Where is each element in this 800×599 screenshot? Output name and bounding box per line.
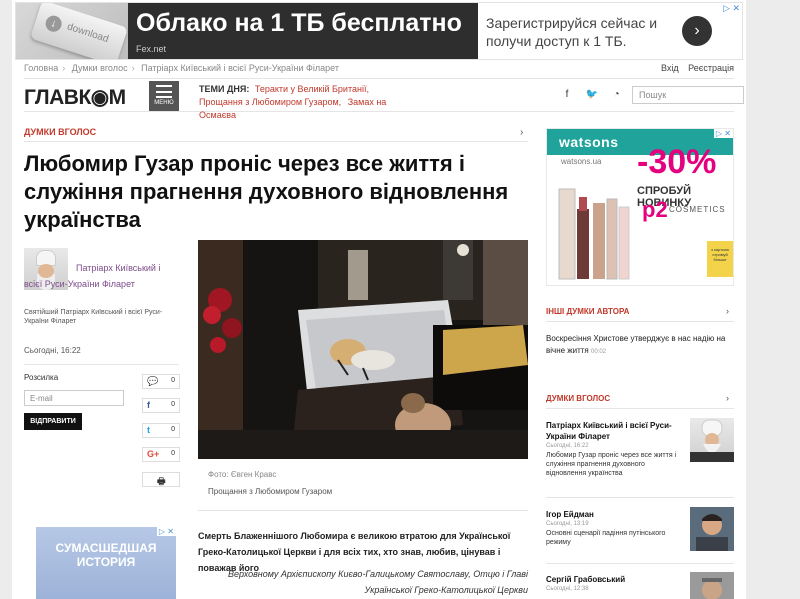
twitter-icon: t (147, 425, 150, 435)
author-description: Святійший Патріарх Київський і всієї Рус… (24, 309, 163, 325)
facebook-icon[interactable]: f (556, 89, 578, 100)
ad-arrow-button[interactable]: › (682, 16, 712, 46)
opinion-text[interactable]: Основні сценарії падіння путінського реж… (546, 529, 686, 547)
top-banner-ad[interactable]: ↓ download Облако на 1 ТБ бесплатно Fex.n… (15, 2, 743, 60)
facebook-share[interactable]: f 0 (142, 398, 180, 413)
opinions-section-label[interactable]: ДУМКИ ВГОЛОС (546, 394, 610, 403)
divider (24, 141, 528, 142)
ad-image: ↓ download (16, 3, 128, 59)
site-logo[interactable]: ГЛАВК◉М (24, 85, 126, 110)
opinion-author[interactable]: Патріарх Київський і всієї Руси-України … (546, 420, 686, 442)
ad-dark-panel: Облако на 1 ТБ бесплатно Fex.net (128, 3, 478, 59)
topics-label: ТЕМИ ДНЯ: (199, 84, 250, 94)
left-ad-text: СУМАСШЕДШАЯ ИСТОРИЯ (55, 541, 157, 569)
author-name-link[interactable]: Патріарх Київський і всієї Руси-України … (24, 260, 174, 292)
google-plus-share[interactable]: G+ 0 (142, 447, 180, 462)
ad-product-line: COSMETICS (669, 205, 726, 214)
print-icon: 🖶 (157, 476, 166, 486)
opinion-date: Сьогодні, 12:38 (546, 586, 589, 592)
social-links: f 🐦 ◔ (556, 89, 628, 100)
opinion-avatar[interactable] (690, 507, 734, 551)
send-button[interactable]: ВІДПРАВИТИ (24, 413, 82, 430)
hamburger-icon (156, 85, 172, 98)
twitter-share[interactable]: t 0 (142, 423, 180, 438)
opinion-text[interactable]: Любомир Гузар проніс через все життя і с… (546, 451, 686, 478)
twitter-icon[interactable]: 🐦 (581, 89, 603, 100)
opinion-item[interactable]: Патріарх Київський і всієї Руси-України … (546, 420, 686, 478)
search-input[interactable]: Пошук (632, 86, 744, 104)
ad-discount: -30% (637, 143, 717, 181)
opinion-author[interactable]: Ігор Ейдман (546, 509, 686, 520)
article-quote: Верховному Архієпископу Києво-Галицькому… (227, 569, 528, 595)
chevron-right-icon[interactable]: › (726, 393, 729, 403)
divider (546, 563, 734, 564)
comment-icon: 💬 (147, 376, 159, 386)
cosmetics-illustration (558, 188, 630, 280)
facebook-icon: f (147, 400, 150, 410)
opinion-avatar[interactable] (690, 418, 734, 462)
breadcrumb-section[interactable]: Думки вголос (72, 63, 128, 73)
ad-badge: з карткою отримуй більше (707, 241, 733, 277)
register-link[interactable]: Реєстрація (688, 63, 734, 73)
auth-links: Вхід Реєстрація (654, 63, 734, 73)
newsletter-label: Розсилка (24, 373, 59, 382)
ad-body: Зарегистрируйся сейчас и получи доступ к… (486, 15, 658, 49)
google-plus-icon: G+ (147, 449, 160, 459)
opinion-item[interactable]: Сергій Грабовський Сьогодні, 12:38 (546, 574, 686, 594)
download-icon: ↓ (43, 13, 64, 34)
comments-share[interactable]: 💬 0 (142, 374, 180, 389)
opinion-date: Сьогодні, 16:22 (546, 443, 589, 449)
ad-headline: Облако на 1 ТБ бесплатно (136, 9, 462, 37)
opinion-avatar[interactable] (690, 572, 734, 599)
divider (546, 408, 734, 409)
other-author-item[interactable]: Воскресіння Христове утверджує в нас над… (546, 333, 732, 358)
ad-brand: watsons (559, 134, 619, 150)
ad-choices-icon[interactable]: ▷ ✕ (713, 129, 733, 138)
breadcrumb-current[interactable]: Патріарх Київський і всієї Руси-України … (141, 63, 339, 73)
divider (546, 497, 734, 498)
ad-url: watsons.ua (561, 157, 602, 166)
ad-source: Fex.net (136, 44, 167, 54)
ad-choices-icon[interactable]: ▷ ✕ (721, 3, 742, 14)
divider (546, 321, 734, 322)
breadcrumb-home[interactable]: Головна (24, 63, 58, 73)
rss-icon[interactable]: ◔ (606, 89, 628, 100)
topics-of-day: ТЕМИ ДНЯ: Теракти у Великій Британії, Пр… (199, 83, 409, 122)
menu-button[interactable]: МЕНЮ (149, 81, 179, 111)
funeral-photo-illustration (198, 240, 528, 459)
ad-product-brand: p2 (642, 197, 668, 222)
chevron-right-icon[interactable]: › (726, 306, 729, 316)
page: ↓ download Облако на 1 ТБ бесплатно Fex.n… (0, 0, 800, 599)
ad-choices-icon[interactable]: ▷ ✕ (156, 527, 176, 536)
menu-label: МЕНЮ (154, 100, 174, 106)
opinion-item[interactable]: Ігор Ейдман Сьогодні, 13:19 Основні сцен… (546, 509, 686, 547)
photo-caption: Прощання з Любомиром Гузаром (208, 487, 333, 496)
photo-credit: Фото: Євген Кравс (208, 470, 277, 479)
breadcrumb: Головна › Думки вголос › Патріарх Київськи… (24, 63, 339, 73)
topic-link-uk[interactable]: Теракти у Великій Британії, (255, 84, 369, 94)
login-link[interactable]: Вхід (661, 63, 679, 73)
watsons-ad[interactable]: watsons watsons.ua -30% СПРОБУЙ НОВИНКУ … (546, 128, 734, 286)
site-header: ГЛАВК◉М МЕНЮ ТЕМИ ДНЯ: Теракти у Великій… (24, 78, 744, 120)
opinion-author[interactable]: Сергій Грабовський (546, 574, 686, 585)
chevron-right-icon[interactable]: › (520, 127, 523, 138)
topic-link-guzar[interactable]: Прощання з Любомиром Гузаром, (199, 97, 341, 107)
other-author-section-label[interactable]: ІНШІ ДУМКИ АВТОРА (546, 307, 629, 316)
article-date: Сьогодні, 16:22 (24, 346, 81, 355)
content-area: ↓ download Облако на 1 ТБ бесплатно Fex.n… (12, 0, 746, 599)
opinion-date: Сьогодні, 13:19 (546, 521, 589, 527)
article-title: Любомир Гузар проніс через все життя і с… (24, 151, 509, 232)
article-photo (198, 240, 528, 459)
print-button[interactable]: 🖶 (142, 472, 180, 487)
left-ad[interactable]: СУМАСШЕДШАЯ ИСТОРИЯ ▷ ✕ (36, 527, 176, 599)
email-field[interactable]: E-mail (24, 390, 124, 406)
item-time: 00:02 (591, 349, 607, 355)
divider (198, 510, 528, 511)
divider (24, 364, 179, 365)
article-section-label[interactable]: ДУМКИ ВГОЛОС (24, 127, 96, 137)
